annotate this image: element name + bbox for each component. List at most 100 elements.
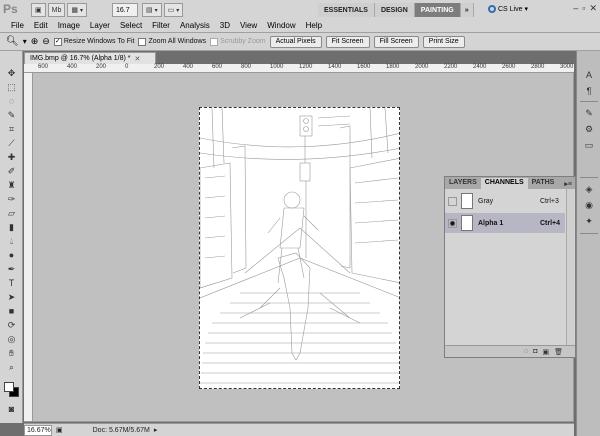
menu-view[interactable]: View (235, 19, 262, 33)
menu-file[interactable]: File (6, 19, 29, 33)
ruler-mark: 200 (96, 64, 107, 70)
lasso-tool-icon[interactable]: ◌ (5, 95, 18, 107)
crop-tool-icon[interactable]: ⌗ (5, 123, 18, 135)
cs-live[interactable]: CS Live ▾ (488, 5, 528, 13)
bridge-button[interactable]: ▣ (31, 3, 46, 17)
layers-panel-icon[interactable]: ◈ (582, 183, 596, 195)
hand-tool-icon[interactable]: ✋︎ (5, 347, 18, 359)
trash-icon[interactable]: 🗑︎ (554, 348, 563, 356)
history-brush-tool-icon[interactable]: ✑ (5, 193, 18, 205)
clone-stamp-tool-icon[interactable]: ♜ (5, 179, 18, 191)
menu-help[interactable]: Help (301, 19, 327, 33)
tab-channels[interactable]: CHANNELS (480, 178, 528, 189)
3d-rotate-tool-icon[interactable]: ⟳ (5, 319, 18, 331)
minimize-icon[interactable]: – (573, 3, 578, 14)
type-tool-icon[interactable]: T (5, 277, 18, 289)
maximize-icon[interactable]: ▫ (582, 3, 585, 14)
status-zoom-field[interactable]: 16.67% (24, 424, 52, 436)
load-selection-icon[interactable]: ◌ (524, 348, 528, 355)
channels-panel-footer: ◌ ◘ ▣ 🗑︎ (445, 345, 575, 357)
menu-select[interactable]: Select (115, 19, 147, 33)
chevron-down-icon[interactable]: ▾ (23, 37, 27, 46)
paragraph-panel-icon[interactable]: ¶ (582, 85, 596, 97)
zoom-tool-icon[interactable]: 🔍︎ (6, 36, 19, 47)
new-channel-icon[interactable]: ▣ (542, 348, 549, 356)
workspace-painting[interactable]: PAINTING (414, 3, 461, 17)
menu-filter[interactable]: Filter (147, 19, 175, 33)
clone-source-icon[interactable]: ⚙ (582, 123, 596, 135)
path-selection-tool-icon[interactable]: ➤ (5, 291, 18, 303)
ruler-mark: 400 (67, 64, 78, 70)
fit-screen-button[interactable]: Fit Screen (325, 35, 370, 48)
quick-select-tool-icon[interactable]: ✎ (5, 109, 18, 121)
visibility-toggle[interactable] (448, 196, 457, 206)
panel-menu-icon[interactable]: ▸≡ (561, 179, 575, 189)
document-tab[interactable]: IMG.bmp @ 16.7% (Alpha 1/8) * ✕ (24, 52, 156, 64)
ruler-mark: 400 (183, 64, 194, 70)
save-selection-icon[interactable]: ◘ (533, 348, 537, 355)
zoom-tool-icon[interactable]: ⌕ (5, 361, 18, 373)
view-extras-button[interactable]: ▦ ▾ (67, 3, 87, 17)
blur-tool-icon[interactable]: 💧︎ (5, 235, 18, 247)
close-icon[interactable]: ✕ (134, 55, 140, 63)
close-icon[interactable]: ✕ (589, 3, 597, 14)
zoom-in-icon[interactable]: ⊕ (31, 36, 39, 47)
tab-layers[interactable]: LAYERS (445, 178, 481, 189)
channels-scrollbar[interactable] (566, 189, 574, 345)
menu-layer[interactable]: Layer (85, 19, 115, 33)
menu-image[interactable]: Image (53, 19, 85, 33)
menu-3d[interactable]: 3D (215, 19, 235, 33)
zoom-level-select[interactable]: 16.7 (112, 3, 138, 17)
gradient-tool-icon[interactable]: ▮ (5, 221, 18, 233)
arrange-documents-button[interactable]: ▤ ▾ (142, 3, 162, 17)
screen-mode-button[interactable]: ▭ ▾ (163, 3, 184, 17)
3d-orbit-tool-icon[interactable]: ◎ (5, 333, 18, 345)
foreground-color-swatch[interactable] (4, 382, 14, 392)
dodge-tool-icon[interactable]: ● (5, 249, 18, 261)
shape-tool-icon[interactable]: ■ (5, 305, 18, 317)
brush-presets-icon[interactable]: ✎ (582, 107, 596, 119)
tool-presets-icon[interactable]: ▭ (582, 139, 596, 151)
document-image[interactable] (199, 107, 400, 389)
scrubby-zoom-checkbox[interactable]: Scrubby Zoom (210, 37, 266, 46)
menu-window[interactable]: Window (262, 19, 300, 33)
actual-pixels-button[interactable]: Actual Pixels (269, 35, 322, 48)
print-size-button[interactable]: Print Size (422, 35, 465, 48)
mini-bridge-button[interactable]: Mb (47, 3, 66, 17)
panel-dock: A ¶ ✎ ⚙ ▭ ◈ ◉ ✦ (576, 51, 600, 436)
brush-tool-icon[interactable]: ✐ (5, 165, 18, 177)
ruler-mark: 1800 (386, 64, 400, 70)
ruler-mark: 200 (154, 64, 165, 70)
channel-row-alpha-1[interactable]: ◉ Alpha 1 Ctrl+4 (445, 213, 565, 233)
character-panel-icon[interactable]: A (582, 69, 596, 81)
chevron-down-icon: ▾ (154, 7, 158, 14)
zoom-all-windows-checkbox[interactable]: Zoom All Windows (138, 37, 206, 46)
resize-windows-checkbox[interactable]: ✓ Resize Windows To Fit (53, 37, 134, 46)
marquee-tool-icon[interactable]: ⬚ (5, 81, 18, 93)
pen-tool-icon[interactable]: ✒ (5, 263, 18, 275)
channels-panel-icon[interactable]: ◉ (582, 199, 596, 211)
eraser-tool-icon[interactable]: ▱ (5, 207, 18, 219)
tab-paths[interactable]: PATHS (528, 178, 559, 189)
workspace-more-button[interactable]: » (460, 3, 474, 17)
paths-panel-icon[interactable]: ✦ (582, 215, 596, 227)
zoom-out-icon[interactable]: ⊖ (42, 36, 50, 47)
eyedropper-tool-icon[interactable]: ⟋ (5, 137, 18, 149)
workspace-essentials[interactable]: ESSENTIALS (318, 3, 375, 17)
move-tool-icon[interactable]: ✥ (5, 67, 18, 79)
status-menu-arrow-icon[interactable]: ▸ (154, 426, 158, 434)
channel-row-gray[interactable]: Gray Ctrl+3 (445, 191, 565, 211)
quick-mask-icon[interactable]: ◙ (5, 403, 18, 415)
dock-separator (580, 233, 598, 234)
ruler-mark: 2200 (444, 64, 458, 70)
menu-edit[interactable]: Edit (29, 19, 53, 33)
healing-brush-tool-icon[interactable]: ✚ (5, 151, 18, 163)
menu-analysis[interactable]: Analysis (175, 19, 215, 33)
bridge-icon: ▣ (35, 7, 42, 14)
line-art-image (200, 108, 399, 384)
fill-screen-button[interactable]: Fill Screen (373, 35, 419, 48)
workspace-design[interactable]: DESIGN (374, 3, 415, 17)
dock-separator (580, 101, 598, 102)
status-info-icon[interactable]: ▣ (56, 426, 63, 434)
eye-icon[interactable]: ◉ (448, 218, 457, 228)
